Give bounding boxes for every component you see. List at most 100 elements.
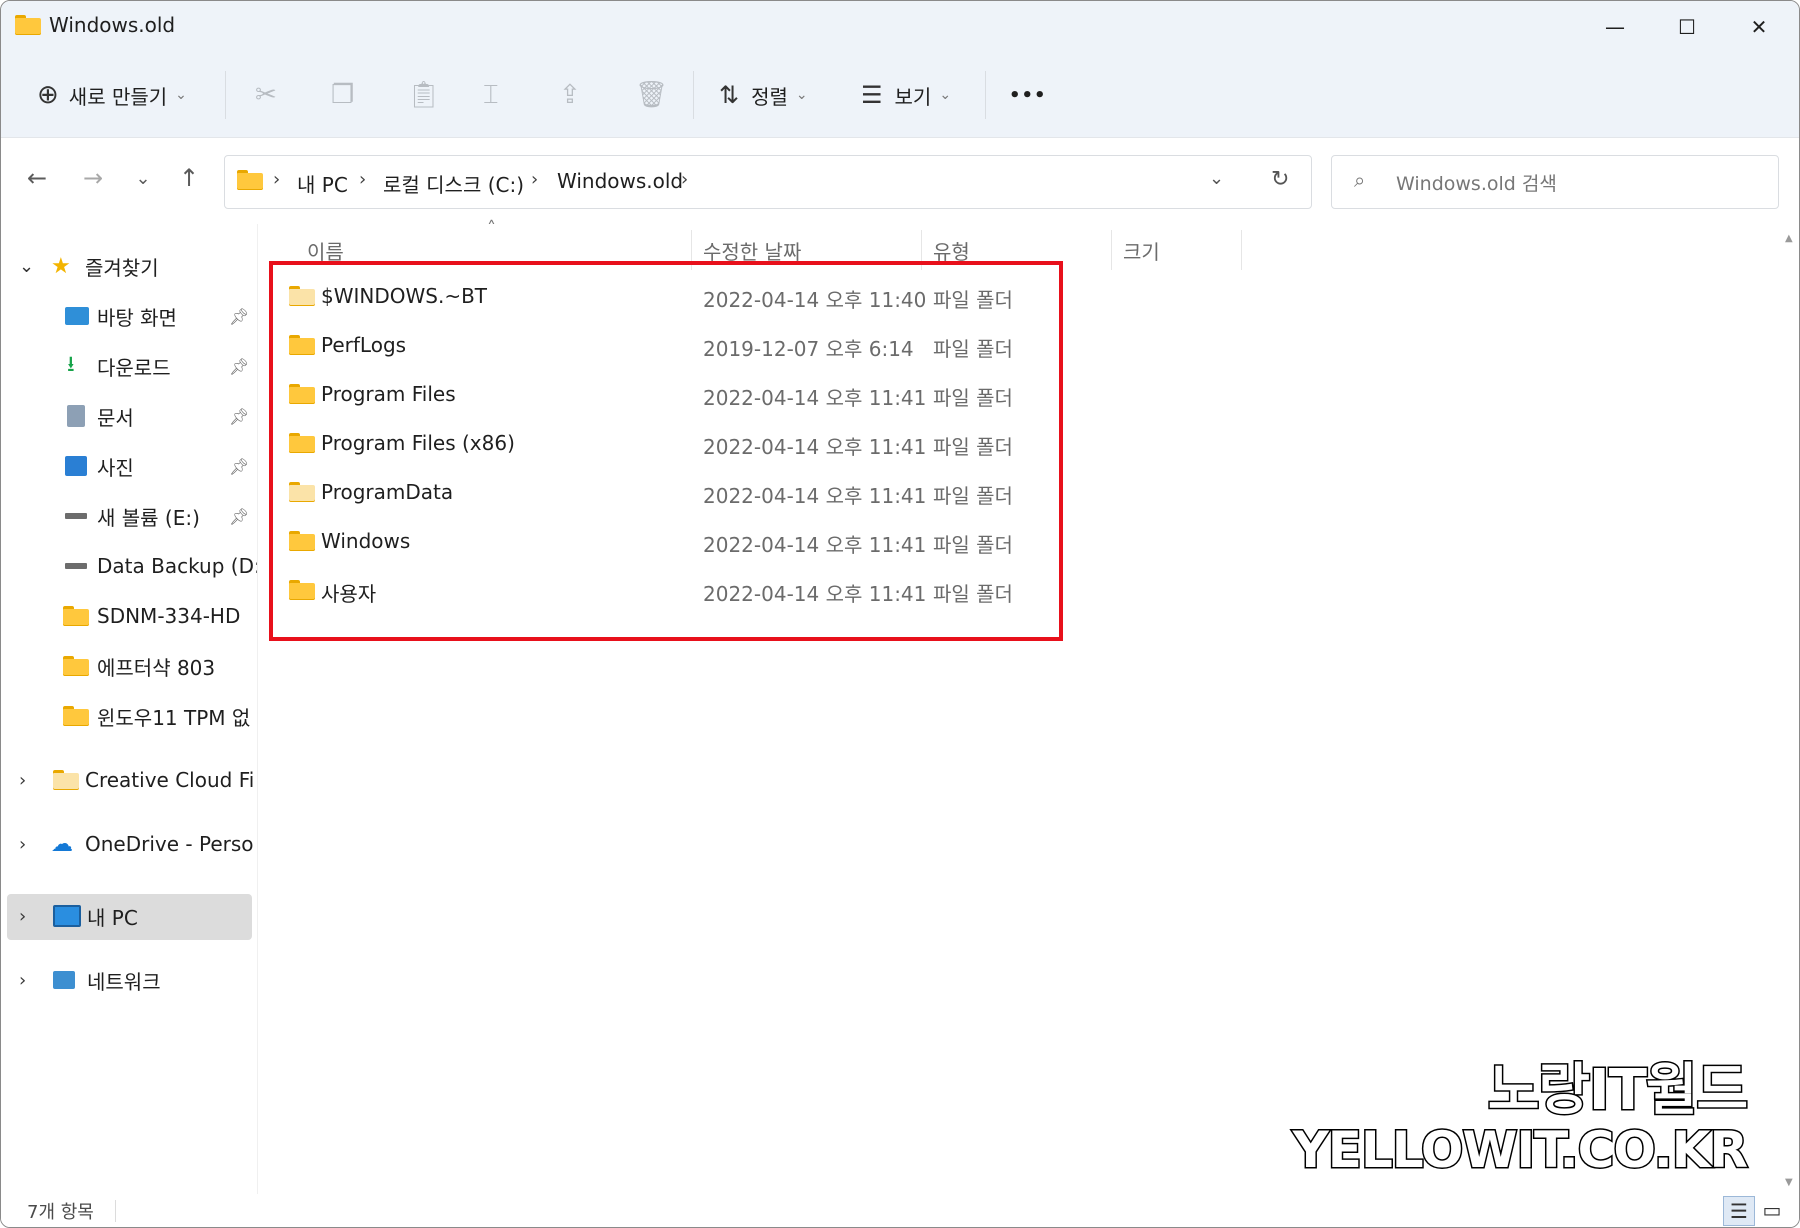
nav-creative-cloud[interactable]: › Creative Cloud Files [1, 758, 257, 802]
chevron-down-icon: ⌄ [795, 87, 808, 103]
plus-circle-icon: ⊕ [37, 80, 59, 110]
pane-divider [257, 224, 258, 1194]
nav-item-desktop[interactable]: 바탕 화면 📌︎ [1, 294, 257, 338]
up-button[interactable]: ↑ [169, 158, 209, 198]
document-icon [67, 405, 85, 427]
copy-button[interactable]: ❐ [331, 53, 354, 137]
paste-icon: 📋︎ [407, 80, 441, 110]
computer-icon [53, 905, 81, 927]
search-box[interactable]: ⌕ Windows.old 검색 [1331, 155, 1779, 209]
breadcrumb-windows-old[interactable]: Windows.old [557, 169, 683, 193]
pin-icon: 📌︎ [229, 506, 250, 526]
pin-icon: 📌︎ [229, 356, 250, 376]
nav-favorites[interactable]: ⌄ ★ 즐겨찾기 [1, 244, 257, 288]
minimize-button[interactable]: — [1579, 1, 1651, 53]
share-button[interactable]: ⇪ [559, 53, 581, 137]
sort-ascending-icon: ˄ [487, 218, 496, 239]
copy-icon: ❐ [331, 80, 355, 110]
download-icon: ⭳ [67, 352, 75, 377]
nav-onedrive[interactable]: › ☁ OneDrive - Persona [1, 822, 257, 866]
chevron-right-icon: › [19, 833, 27, 855]
cut-button[interactable]: ✂ [255, 53, 277, 137]
address-row: ← → ⌄ ↑ › 내 PC › 로컬 디스크 (C:) › Windows.o… [1, 138, 1799, 224]
scroll-down-icon[interactable]: ▼ [1785, 1177, 1793, 1188]
nav-item-data-backup[interactable]: Data Backup (D:) [1, 544, 257, 588]
title-bar: Windows.old — ☐ ✕ [1, 1, 1799, 53]
refresh-icon[interactable]: ↻ [1271, 167, 1289, 192]
column-header-size[interactable]: 크기 [1123, 230, 1160, 270]
nav-network[interactable]: › 네트워크 [1, 958, 257, 1002]
search-placeholder: Windows.old 검색 [1396, 173, 1557, 195]
chevron-right-icon: › [19, 769, 27, 791]
sort-icon: ⇅ [719, 81, 740, 109]
chevron-down-icon: ⌄ [175, 87, 187, 103]
view-button-label: 보기 [894, 84, 932, 109]
close-button[interactable]: ✕ [1723, 1, 1795, 53]
folder-icon [15, 15, 41, 35]
nav-item-sdnm[interactable]: SDNM-334-HD [1, 594, 257, 638]
forward-button[interactable]: → [73, 158, 113, 198]
network-icon [53, 971, 75, 989]
watermark-title: 노랑IT월드 [1486, 1057, 1749, 1125]
large-icons-view-icon: ▭ [1762, 1198, 1782, 1222]
breadcrumb-this-pc[interactable]: 내 PC [297, 169, 348, 198]
scissors-icon: ✂ [255, 80, 277, 110]
status-bar: 7개 항목 ☰ ▭ [1, 1194, 1799, 1227]
nav-this-pc[interactable]: › 내 PC [1, 894, 257, 938]
share-icon: ⇪ [559, 80, 581, 110]
details-view-icon: ☰ [1730, 1199, 1748, 1223]
nav-item-documents[interactable]: 문서 📌︎ [1, 394, 257, 438]
scroll-up-icon[interactable]: ▲ [1785, 233, 1793, 244]
chevron-down-icon: ⌄ [939, 87, 952, 103]
pin-icon: 📌︎ [229, 456, 250, 476]
vertical-scrollbar[interactable]: ▲ ▼ [1785, 233, 1793, 1193]
back-button[interactable]: ← [17, 158, 57, 198]
more-options-button[interactable]: ••• [1009, 53, 1047, 137]
chevron-right-icon: › [19, 905, 27, 927]
nav-item-aftershokz[interactable]: 에프터샥 803 [1, 644, 257, 688]
recent-locations-button[interactable]: ⌄ [123, 158, 163, 198]
cloud-icon: ☁ [51, 831, 73, 857]
list-view-icon: ☰ [861, 81, 883, 109]
creative-cloud-icon [53, 770, 79, 790]
window-title: Windows.old [49, 13, 176, 37]
desktop-icon [65, 307, 89, 325]
maximize-button[interactable]: ☐ [1651, 1, 1723, 53]
file-explorer-window: Windows.old — ☐ ✕ ⊕ 새로 만들기 ⌄ ✂ ❐ 📋︎ ⌶ ⇪ … [0, 0, 1800, 1228]
address-bar[interactable]: › 내 PC › 로컬 디스크 (C:) › Windows.old › ⌄ ↻ [224, 155, 1312, 209]
folder-icon [63, 706, 89, 726]
details-view-button[interactable]: ☰ [1723, 1196, 1755, 1226]
nav-item-pictures[interactable]: 사진 📌︎ [1, 444, 257, 488]
large-icons-view-button[interactable]: ▭ [1757, 1196, 1787, 1224]
sort-button[interactable]: ⇅ 정렬 ⌄ [719, 53, 808, 137]
sort-button-label: 정렬 [751, 84, 788, 109]
pin-icon: 📌︎ [229, 406, 250, 426]
new-button-label: 새로 만들기 [68, 84, 168, 109]
breadcrumb-local-disk[interactable]: 로컬 디스크 (C:) [383, 169, 524, 198]
pin-icon: 📌︎ [229, 306, 250, 326]
watermark-url: YELLOWIT.CO.KR [1291, 1120, 1749, 1181]
navigation-pane: ⌄ ★ 즐겨찾기 바탕 화면 📌︎ ⭳ 다운로드 📌︎ 문서 📌︎ 사진 📌︎ … [1, 224, 257, 1194]
rename-icon: ⌶ [483, 79, 499, 110]
rename-button[interactable]: ⌶ [483, 53, 499, 137]
drive-icon [65, 563, 87, 569]
nav-item-volume-e[interactable]: 새 볼륨 (E:) 📌︎ [1, 494, 257, 538]
nav-item-windows11-tpm[interactable]: 윈도우11 TPM 없 [1, 694, 257, 738]
pictures-icon [65, 456, 87, 476]
highlight-box [269, 261, 1063, 641]
item-count: 7개 항목 [27, 1202, 94, 1223]
view-button[interactable]: ☰ 보기 ⌄ [861, 53, 951, 137]
folder-icon [237, 170, 263, 190]
trash-icon: 🗑︎ [635, 80, 669, 110]
nav-item-downloads[interactable]: ⭳ 다운로드 📌︎ [1, 344, 257, 388]
chevron-down-icon: ⌄ [19, 255, 35, 277]
nav-label: 즐겨찾기 [85, 255, 159, 280]
delete-button[interactable]: 🗑︎ [635, 53, 668, 137]
new-button[interactable]: ⊕ 새로 만들기 ⌄ [37, 53, 187, 137]
star-icon: ★ [51, 253, 71, 279]
address-history-dropdown-icon[interactable]: ⌄ [1209, 168, 1224, 189]
folder-icon [63, 656, 89, 676]
chevron-right-icon: › [19, 969, 27, 991]
drive-icon [65, 513, 87, 519]
paste-button[interactable]: 📋︎ [407, 53, 440, 137]
